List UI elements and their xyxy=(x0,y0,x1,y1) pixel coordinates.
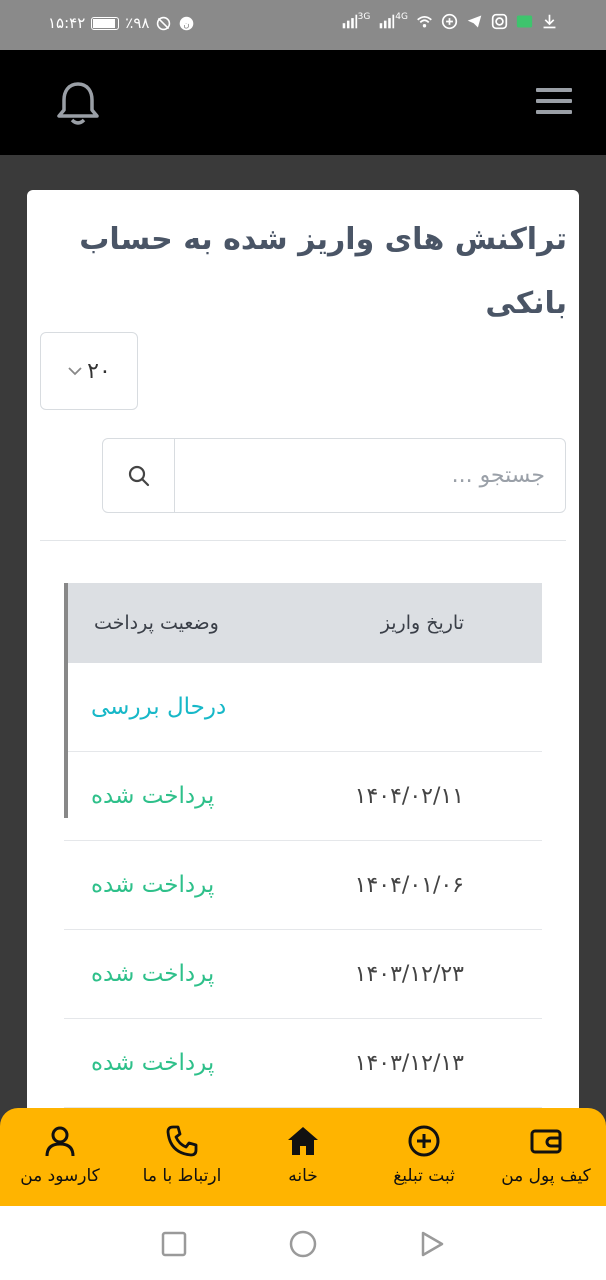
deposit-date: ۱۴۰۴/۰۱/۰۶ xyxy=(354,873,464,898)
nav-item-profile[interactable]: کارسود من xyxy=(0,1124,120,1186)
instagram-icon xyxy=(491,13,508,30)
nav-label-add-ad: ثبت تبلیغ xyxy=(393,1166,455,1186)
nav-label-wallet: کیف پول من xyxy=(501,1166,591,1186)
nav-label-home: خانه xyxy=(288,1166,318,1186)
table-row[interactable]: پرداخت شده ۱۴۰۳/۱۲/۱۳ xyxy=(64,1019,542,1108)
transactions-table: وضعیت پرداخت تاریخ واریز درحال بررسی پرد… xyxy=(64,583,542,1108)
status-right: 3G 4G xyxy=(341,11,558,30)
payment-status: پرداخت شده xyxy=(91,1050,215,1076)
telegram-icon xyxy=(467,15,482,28)
page-size-select[interactable]: ۲۰ xyxy=(40,332,138,410)
table-row[interactable]: درحال بررسی xyxy=(64,663,542,752)
deposit-date: ۱۴۰۳/۱۲/۱۳ xyxy=(354,1051,464,1076)
deposit-date: ۱۴۰۴/۰۲/۱۱ xyxy=(354,784,464,809)
wallet-icon xyxy=(530,1129,562,1154)
android-nav-bar xyxy=(0,1206,606,1280)
status-left: ۱۵:۴۲ ٪۹۸ ن xyxy=(48,14,195,32)
search-input[interactable] xyxy=(175,439,565,512)
signal-icon xyxy=(342,14,357,29)
network-3g-label: 3G xyxy=(357,11,371,22)
nav-item-wallet[interactable]: کیف پول من xyxy=(486,1124,606,1186)
battery-percent: ٪۹۸ xyxy=(125,14,150,32)
table-row[interactable]: پرداخت شده ۱۴۰۴/۰۱/۰۶ xyxy=(64,841,542,930)
hamburger-icon[interactable] xyxy=(536,88,572,118)
app-header xyxy=(0,50,606,155)
mute-icon xyxy=(157,16,171,30)
signal-icon xyxy=(379,14,395,29)
home-icon xyxy=(288,1127,318,1155)
bottom-nav: کیف پول من ثبت تبلیغ خانه ارتباط با ما ک… xyxy=(0,1108,606,1206)
nav-item-add-ad[interactable]: ثبت تبلیغ xyxy=(364,1124,484,1186)
network-4g-label: 4G xyxy=(395,11,408,22)
column-header-payment-status: وضعیت پرداخت xyxy=(94,612,219,634)
nav-item-contact[interactable]: ارتباط با ما xyxy=(122,1124,242,1186)
search-button[interactable] xyxy=(103,439,175,512)
search-icon xyxy=(128,465,149,486)
home-circle-icon[interactable] xyxy=(289,1230,317,1258)
plus-circle-icon xyxy=(408,1125,440,1157)
payment-status: پرداخت شده xyxy=(91,872,215,898)
battery-icon xyxy=(91,16,120,30)
data-saver-icon: ن xyxy=(180,16,194,30)
chevron-down-icon xyxy=(68,367,82,376)
table-scrollbar[interactable] xyxy=(64,583,68,818)
download-icon xyxy=(543,14,556,29)
payment-status: درحال بررسی xyxy=(91,694,227,720)
table-row[interactable]: پرداخت شده ۱۴۰۴/۰۲/۱۱ xyxy=(64,752,542,841)
transactions-card: تراکنش های واریز شده به حساب بانکی ۲۰ وض… xyxy=(27,190,579,1190)
status-bar: ۱۵:۴۲ ٪۹۸ ن 3G 4G xyxy=(0,0,606,50)
recent-apps-icon[interactable] xyxy=(160,1230,188,1258)
page-title: تراکنش های واریز شده به حساب بانکی xyxy=(79,222,567,321)
nav-label-contact: ارتباط با ما xyxy=(142,1166,222,1186)
table-header: وضعیت پرداخت تاریخ واریز xyxy=(64,583,542,663)
user-icon xyxy=(45,1126,75,1157)
page-size-value: ۲۰ xyxy=(87,358,111,384)
search-box xyxy=(102,438,566,513)
deposit-date: ۱۴۰۳/۱۲/۲۳ xyxy=(354,962,464,987)
nav-item-home[interactable]: خانه xyxy=(243,1124,363,1186)
back-icon[interactable] xyxy=(418,1230,446,1258)
bell-icon[interactable] xyxy=(55,78,101,128)
divider xyxy=(40,540,566,541)
payment-status: پرداخت شده xyxy=(91,961,215,987)
payment-status: پرداخت شده xyxy=(91,783,215,809)
wifi-icon xyxy=(417,15,432,28)
svg-text:ن: ن xyxy=(184,19,190,29)
status-time: ۱۵:۴۲ xyxy=(48,14,86,32)
phone-icon xyxy=(166,1125,198,1157)
app-notification-icon xyxy=(516,15,533,28)
table-row[interactable]: پرداخت شده ۱۴۰۳/۱۲/۲۳ xyxy=(64,930,542,1019)
table-body: درحال بررسی پرداخت شده ۱۴۰۴/۰۲/۱۱ پرداخت… xyxy=(64,663,542,1108)
column-header-deposit-date: تاریخ واریز xyxy=(380,612,464,634)
app-icon xyxy=(441,13,458,30)
nav-label-profile: کارسود من xyxy=(20,1166,100,1186)
